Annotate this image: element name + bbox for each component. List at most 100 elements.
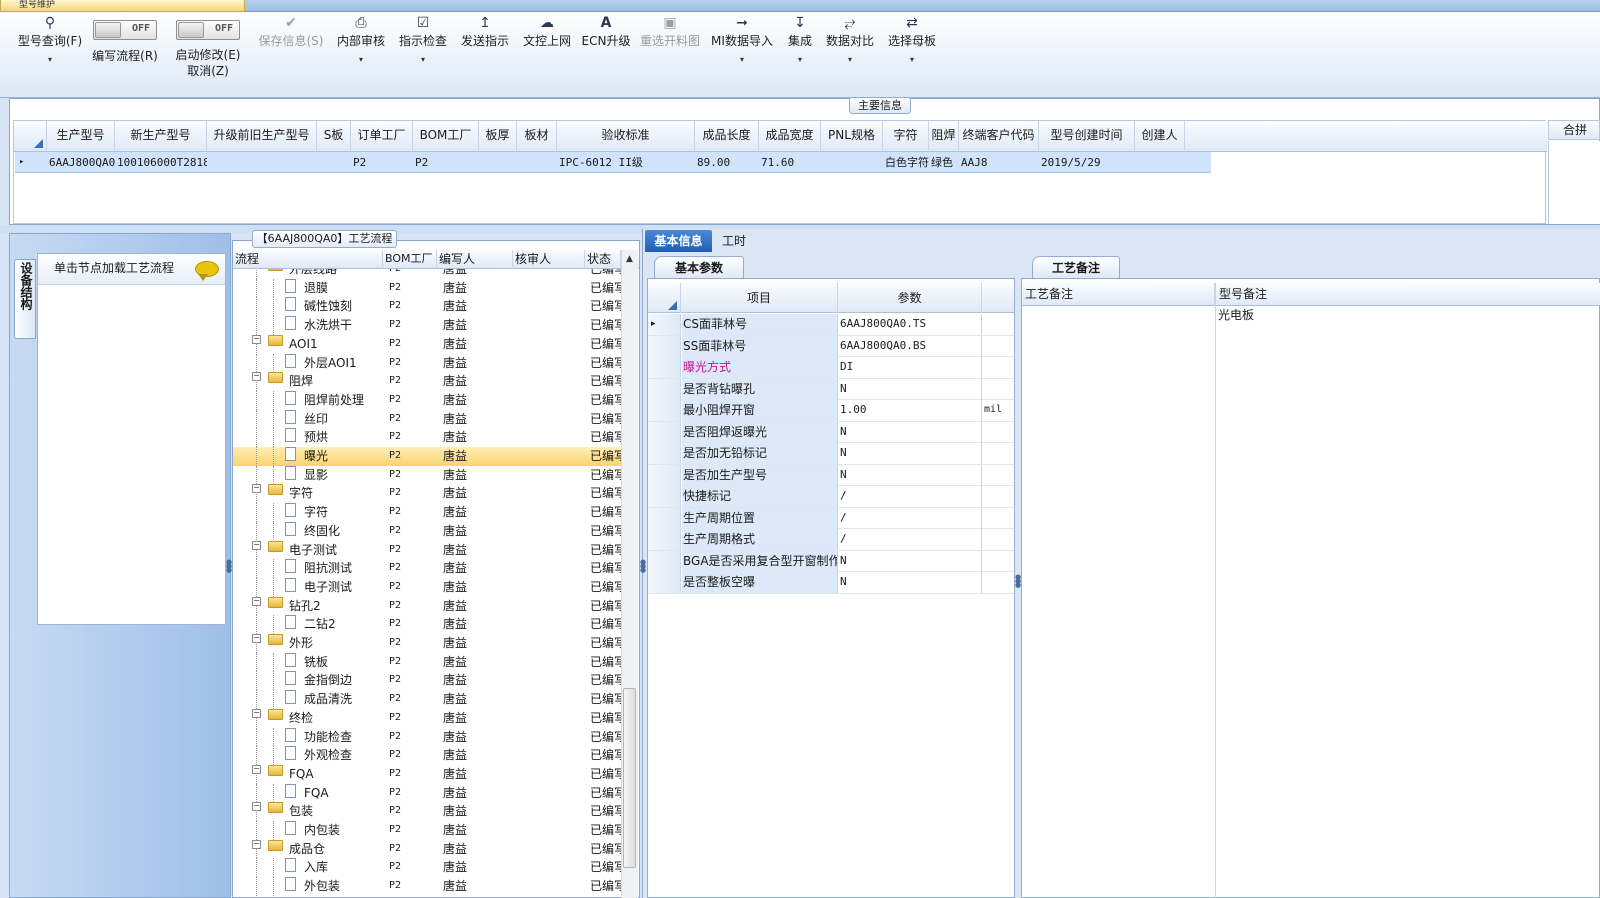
instruction-check-button[interactable]: ☑ 指示检查 ▾ [395, 12, 451, 92]
row-indicator[interactable] [648, 421, 681, 443]
tree-row[interactable]: 外层AOI1 P2 唐益 已编写 [233, 353, 621, 373]
column-header[interactable]: 创建人 [1135, 121, 1185, 152]
collapse-toggle-icon[interactable]: − [252, 596, 261, 606]
tree-row[interactable]: 功能检查 P2 唐益 已编写 [233, 727, 621, 747]
internal-review-button[interactable]: ⎙ 内部审核 ▾ [334, 12, 388, 92]
param-row[interactable]: 曝光方式 DI [648, 357, 1014, 379]
param-row[interactable]: 快捷标记 / [648, 486, 1014, 508]
tree-row[interactable]: 曝光 P2 唐益 已编写 [233, 447, 621, 466]
column-header[interactable]: BOM工厂 [413, 121, 479, 152]
tree-row[interactable]: − 成品仓 P2 唐益 已编写 [233, 839, 621, 859]
chevron-down-icon[interactable]: ▾ [822, 54, 878, 66]
row-indicator[interactable] [648, 357, 681, 378]
param-value[interactable]: N [839, 464, 982, 486]
column-header[interactable]: 成品宽度 [759, 121, 821, 152]
start-edit-toggle[interactable]: OFF 启动修改(E) 取消(Z) [170, 12, 246, 92]
tree-row[interactable]: − AOI1 P2 唐益 已编写 [233, 334, 621, 354]
row-indicator[interactable] [648, 486, 681, 507]
chevron-down-icon[interactable]: ▾ [709, 54, 775, 66]
table-cell[interactable]: 89.00 [695, 152, 759, 173]
column-header[interactable]: 新生产型号 [115, 121, 207, 152]
column-header[interactable]: 验收标准 [557, 121, 695, 152]
tree-row[interactable]: 碱性蚀刻 P2 唐益 已编写 [233, 297, 621, 317]
tree-row[interactable]: 显影 P2 唐益 已编写 [233, 465, 621, 485]
column-header[interactable]: 参数 [838, 283, 982, 313]
tree-row[interactable]: − 字符 P2 唐益 已编写 [233, 484, 621, 504]
column-header[interactable]: 型号创建时间 [1039, 121, 1135, 152]
column-header[interactable]: 编写人 [437, 250, 513, 269]
tree-row[interactable]: 电子测试 P2 唐益 已编写 [233, 577, 621, 597]
collapse-toggle-icon[interactable]: − [252, 334, 261, 344]
table-cell[interactable] [207, 152, 317, 173]
param-value[interactable]: N [839, 443, 982, 464]
document-tab[interactable]: 型号维护 [0, 0, 245, 12]
column-header[interactable]: 成品长度 [695, 121, 759, 152]
tree-row[interactable]: 外观检查 P2 唐益 已编写 [233, 746, 621, 765]
integrate-button[interactable]: ↧ 集成 ▾ [781, 12, 819, 92]
write-process-switch[interactable]: OFF [93, 20, 157, 40]
row-indicator[interactable] [648, 529, 681, 550]
tree-row[interactable]: − 钻孔2 P2 唐益 已编写 [233, 596, 621, 616]
param-row[interactable]: 是否阻焊返曝光 N [648, 421, 1014, 443]
grid-corner[interactable] [14, 121, 47, 152]
tree-row[interactable]: −外层线路P2唐益已编写 [233, 269, 621, 279]
chevron-down-icon[interactable]: ▾ [781, 54, 819, 66]
table-cell[interactable]: P2 [413, 152, 479, 173]
column-header[interactable]: 升级前旧生产型号 [207, 121, 317, 152]
row-indicator[interactable] [648, 400, 681, 421]
param-value[interactable]: DI [839, 357, 982, 378]
tree-row[interactable]: 入库 P2 唐益 已编写 [233, 858, 621, 878]
tree-row[interactable]: − 电子测试 P2 唐益 已编写 [233, 540, 621, 560]
tree-row[interactable]: − 阻焊 P2 唐益 已编写 [233, 372, 621, 391]
row-indicator[interactable] [648, 572, 681, 593]
param-value[interactable]: / [839, 486, 982, 507]
tree-row[interactable]: 预烘 P2 唐益 已编写 [233, 428, 621, 447]
column-header[interactable]: 状态 [585, 250, 621, 269]
tree-row[interactable]: 二钻2 P2 唐益 已编写 [233, 615, 621, 634]
tree-scrollbar-thumb[interactable] [623, 688, 636, 868]
param-row[interactable]: 是否整板空曝 N [648, 572, 1014, 594]
tab-basic-info[interactable]: 基本信息 [645, 230, 712, 252]
collapse-toggle-icon[interactable]: − [252, 802, 261, 812]
tree-row[interactable]: 终固化 P2 唐益 已编写 [233, 521, 621, 541]
table-cell[interactable]: 100106000T2818 [115, 152, 207, 173]
param-row[interactable]: BGA是否采用复合型开窗制作 N [648, 550, 1014, 572]
collapse-toggle-icon[interactable]: − [252, 839, 261, 849]
row-indicator[interactable] [648, 443, 681, 464]
param-value[interactable]: / [839, 507, 982, 529]
param-value[interactable]: 6AAJ800QA0.BS [839, 335, 982, 357]
table-cell[interactable] [1135, 152, 1185, 173]
column-header[interactable]: BOM工厂 [383, 250, 437, 269]
tree-row[interactable]: 水洗烘干 P2 唐益 已编写 [233, 316, 621, 335]
column-header[interactable]: PNL规格 [821, 121, 883, 152]
save-info-button[interactable]: ✔ 保存信息(S) [254, 12, 328, 92]
tree-row[interactable]: 丝印 P2 唐益 已编写 [233, 409, 621, 429]
chevron-down-icon[interactable]: ▾ [14, 54, 86, 66]
scroll-up-icon[interactable]: ▲ [621, 252, 638, 266]
tree-row[interactable]: FQA P2 唐益 已编写 [233, 783, 621, 803]
tree-row[interactable]: 阻焊前处理 P2 唐益 已编写 [233, 390, 621, 410]
table-cell[interactable]: P2 [351, 152, 413, 173]
column-header[interactable]: 生产型号 [47, 121, 115, 152]
table-cell[interactable]: 白色字符 [883, 152, 929, 173]
param-row[interactable]: 最小阻焊开窗 1.00 mil [648, 400, 1014, 422]
start-edit-switch[interactable]: OFF [176, 20, 240, 40]
splitter-grip[interactable]: ● ● ● [1015, 574, 1021, 599]
table-cell[interactable]: IPC-6012 II级 [557, 152, 695, 173]
tree-row[interactable]: 金指倒边 P2 唐益 已编写 [233, 671, 621, 691]
data-compare-button[interactable]: ⥂ 数据对比 ▾ [822, 12, 878, 92]
param-row[interactable]: ▸ CS面菲林号 6AAJ800QA0.TS [648, 314, 1014, 336]
tree-row[interactable]: 内包装 P2 唐益 已编写 [233, 821, 621, 840]
collapse-toggle-icon[interactable]: − [252, 484, 261, 494]
splitter-grip[interactable]: ● ● ● [226, 559, 232, 584]
column-header[interactable]: 项目 [681, 283, 838, 313]
collapse-toggle-icon[interactable]: − [252, 372, 261, 382]
select-master-board-button[interactable]: ⇄ 选择母板 ▾ [884, 12, 940, 92]
ecn-upgrade-button[interactable]: A ECN升级 [580, 12, 632, 92]
param-value[interactable]: N [839, 572, 982, 593]
tree-row[interactable]: − 终检 P2 唐益 已编写 [233, 708, 621, 728]
param-value[interactable]: N [839, 378, 982, 400]
column-header[interactable]: 流程 [233, 250, 383, 269]
tree-row[interactable]: 阻抗测试 P2 唐益 已编写 [233, 559, 621, 578]
tree-row[interactable]: 铣板 P2 唐益 已编写 [233, 652, 621, 672]
